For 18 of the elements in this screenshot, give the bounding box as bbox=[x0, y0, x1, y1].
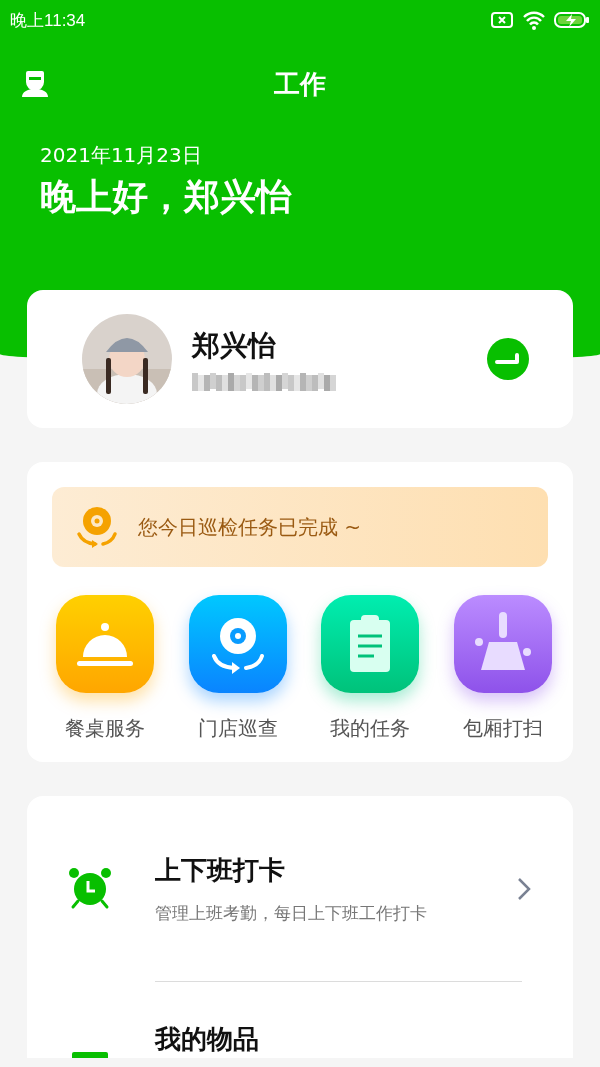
user-icon[interactable] bbox=[20, 69, 50, 99]
menu-title: 我的物品 bbox=[155, 1023, 260, 1056]
menu-subtitle: 管理上班考勤，每日上下班工作打卡 bbox=[155, 901, 428, 925]
menu-title: 上下班打卡 bbox=[155, 853, 286, 887]
greeting-text: 晚上好，郑兴怡 bbox=[39, 175, 293, 219]
battery-icon bbox=[554, 11, 590, 29]
stack-icon bbox=[72, 1052, 108, 1058]
logout-button[interactable] bbox=[487, 338, 529, 380]
chevron-right-icon[interactable] bbox=[517, 876, 531, 901]
page-title: 工作 bbox=[273, 67, 327, 101]
date-text: 2021年11月23日 bbox=[39, 142, 203, 169]
alarm-clock-icon bbox=[68, 866, 112, 911]
notice-text: 您今日巡检任务已完成 ~ bbox=[138, 513, 362, 541]
wifi-icon bbox=[522, 10, 546, 30]
status-time: 晚上11:34 bbox=[10, 9, 86, 32]
patrol-icon bbox=[74, 504, 120, 550]
sim-off-icon bbox=[490, 11, 514, 29]
user-name: 郑兴怡 bbox=[192, 328, 277, 364]
